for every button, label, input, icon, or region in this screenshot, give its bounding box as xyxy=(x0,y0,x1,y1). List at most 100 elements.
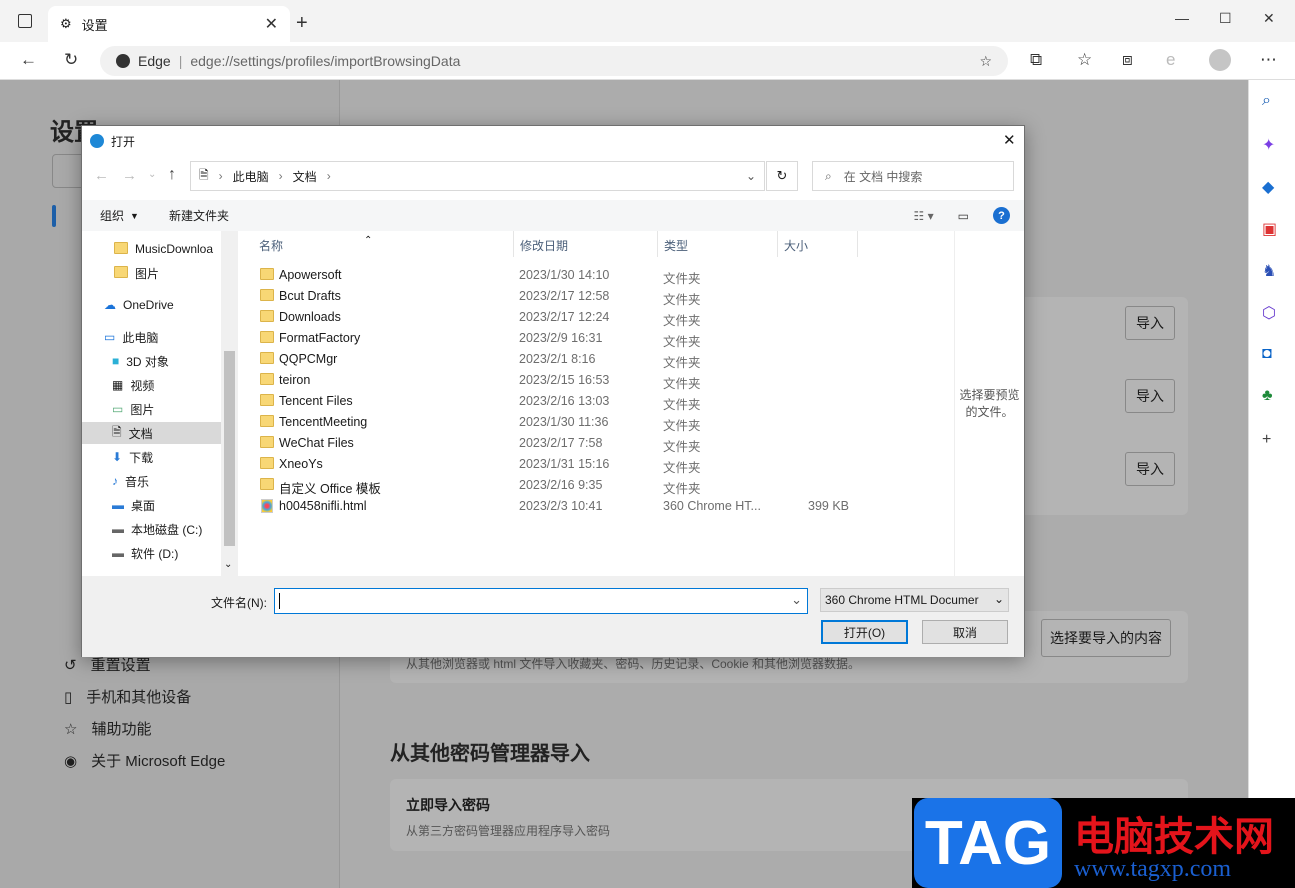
refresh-button[interactable]: ↻ xyxy=(766,161,798,191)
open-button[interactable]: 打开(O) xyxy=(821,620,908,644)
maximize-button[interactable]: ☐ xyxy=(1219,10,1232,27)
file-row[interactable]: 自定义 Office 模板 2023/2/16 9:35 文件夹 xyxy=(260,475,950,496)
tree-item[interactable]: ▦ 视频 xyxy=(112,374,237,396)
address-bar[interactable]: Edge | edge://settings/profiles/importBr… xyxy=(100,46,1008,76)
avatar[interactable] xyxy=(1209,49,1231,71)
chevron-down-icon[interactable]: ⌄ xyxy=(791,592,802,608)
file-type: 文件夹 xyxy=(663,377,701,391)
nav-reset[interactable]: ↺ 重置设置 xyxy=(64,654,151,675)
tree-icon[interactable]: ♣ xyxy=(1262,387,1273,405)
tree-item[interactable]: ⬇ 下载 xyxy=(112,446,237,468)
office-icon[interactable]: ⬡ xyxy=(1262,303,1276,323)
file-row[interactable]: Bcut Drafts 2023/2/17 12:58 文件夹 xyxy=(260,286,950,307)
collections-icon[interactable]: ⧈ xyxy=(1122,50,1133,70)
download-icon: ⬇ xyxy=(112,450,123,464)
file-row[interactable]: TencentMeeting 2023/1/30 11:36 文件夹 xyxy=(260,412,950,433)
tree-item[interactable]: ▬ 桌面 xyxy=(112,494,237,516)
filetype-select[interactable]: 360 Chrome HTML Documer ⌄ xyxy=(820,588,1009,612)
tools-icon[interactable]: ▣ xyxy=(1262,219,1277,239)
tree-item[interactable]: ☁ OneDrive xyxy=(104,294,237,316)
back-icon[interactable]: ← xyxy=(94,167,109,184)
search-icon[interactable]: ⌕ xyxy=(1262,92,1271,110)
import-button[interactable]: 导入 xyxy=(1125,379,1175,413)
nav-phone[interactable]: ▯ 手机和其他设备 xyxy=(64,686,191,707)
tree-item[interactable]: ▭ 图片 xyxy=(112,398,237,420)
nav-accessibility[interactable]: ☆ 辅助功能 xyxy=(64,718,151,739)
cancel-button[interactable]: 取消 xyxy=(922,620,1008,644)
file-row[interactable]: teiron 2023/2/15 16:53 文件夹 xyxy=(260,370,950,391)
back-icon[interactable]: ← xyxy=(20,50,37,70)
tab-actions-icon[interactable] xyxy=(18,14,32,28)
column-size[interactable]: 大小 xyxy=(784,237,808,254)
filename-input[interactable]: ⌄ xyxy=(274,588,808,614)
tree-item[interactable]: ▬ 软件 (D:) xyxy=(112,542,237,564)
scroll-down-icon[interactable]: ⌄ xyxy=(224,559,232,570)
ie-mode-icon[interactable]: e xyxy=(1166,50,1175,70)
file-date: 2023/2/17 12:24 xyxy=(519,310,610,324)
chevron-down-icon[interactable]: ⌄ xyxy=(746,169,756,183)
tree-item[interactable]: MusicDownloa xyxy=(114,238,237,260)
import-button[interactable]: 导入 xyxy=(1125,306,1175,340)
view-options-icon[interactable]: ☷ ▾ xyxy=(914,209,934,223)
search-icon: ⌕ xyxy=(825,168,832,183)
choose-import-button[interactable]: 选择要导入的内容 xyxy=(1041,619,1171,657)
tree-item[interactable]: 🗎 文档 xyxy=(82,422,221,444)
tree-item[interactable]: ▬ 本地磁盘 (C:) xyxy=(112,518,237,540)
nav-label: 手机和其他设备 xyxy=(86,689,192,706)
file-type: 文件夹 xyxy=(663,419,701,433)
edge-sidebar xyxy=(1248,80,1295,888)
open-file-dialog: 打开 ✕ ← → ⌄ ↑ 🗎 › 此电脑 › 文档 › ⌄ ↻ ⌕ 在 文档 中搜索 组… xyxy=(81,125,1025,657)
folder-icon xyxy=(260,268,274,280)
refresh-icon[interactable]: ↻ xyxy=(64,50,78,70)
search-input[interactable]: ⌕ 在 文档 中搜索 xyxy=(812,161,1014,191)
shopping-icon[interactable]: ◆ xyxy=(1262,177,1274,197)
picture-icon: ▭ xyxy=(112,402,124,416)
file-row[interactable]: XneoYs 2023/1/31 15:16 文件夹 xyxy=(260,454,950,475)
tree-item[interactable]: ▭ 此电脑 xyxy=(104,326,237,348)
close-tab-icon[interactable]: ✕ xyxy=(265,14,278,34)
tree-item[interactable]: ■ 3D 对象 xyxy=(112,350,237,372)
file-row[interactable]: WeChat Files 2023/2/17 7:58 文件夹 xyxy=(260,433,950,454)
tree-scrollbar[interactable]: ⌃ ⌄ xyxy=(221,231,372,576)
new-tab-button[interactable]: + xyxy=(296,12,308,35)
column-date[interactable]: 修改日期 xyxy=(520,237,568,254)
breadcrumb-item[interactable]: 文档 xyxy=(293,168,317,185)
breadcrumb[interactable]: 🗎 › 此电脑 › 文档 › ⌄ xyxy=(190,161,765,191)
tab-settings[interactable]: ⚙ 设置 ✕ xyxy=(48,6,290,42)
up-icon[interactable]: ↑ xyxy=(168,166,176,184)
add-favorite-icon[interactable]: ☆ xyxy=(979,53,992,70)
folder-icon xyxy=(114,265,128,281)
import-button[interactable]: 导入 xyxy=(1125,452,1175,486)
file-row[interactable]: QQPCMgr 2023/2/1 8:16 文件夹 xyxy=(260,349,950,370)
games-icon[interactable]: ♞ xyxy=(1262,261,1276,281)
organize-button[interactable]: 组织 xyxy=(100,207,124,224)
forward-icon[interactable]: → xyxy=(122,167,137,184)
minimize-button[interactable]: — xyxy=(1175,10,1189,26)
history-dropdown-icon[interactable]: ⌄ xyxy=(148,169,156,180)
outlook-icon[interactable]: ◘ xyxy=(1262,345,1272,363)
more-icon[interactable]: ⋯ xyxy=(1260,50,1277,70)
tree-item[interactable]: 图片 xyxy=(114,262,237,284)
extensions-icon[interactable]: ⧉ xyxy=(1030,50,1042,70)
copilot-icon[interactable]: ✦ xyxy=(1262,135,1275,155)
breadcrumb-item[interactable]: 此电脑 xyxy=(233,168,269,185)
add-icon[interactable]: + xyxy=(1262,431,1271,449)
scrollbar-thumb[interactable] xyxy=(224,351,235,546)
column-type[interactable]: 类型 xyxy=(664,237,688,254)
tree-item[interactable]: ♪ 音乐 xyxy=(112,470,237,492)
file-date: 2023/1/30 11:36 xyxy=(519,415,609,429)
close-dialog-button[interactable]: ✕ xyxy=(1003,131,1016,149)
nav-about[interactable]: ◉ 关于 Microsoft Edge xyxy=(64,750,225,771)
file-row[interactable]: FormatFactory 2023/2/9 16:31 文件夹 xyxy=(260,328,950,349)
file-row[interactable]: h00458nifli.html 2023/2/3 10:41 360 Chrome… xyxy=(260,496,950,517)
file-row[interactable]: Downloads 2023/2/17 12:24 文件夹 xyxy=(260,307,950,328)
preview-pane-icon[interactable]: ▭ xyxy=(958,209,969,223)
close-window-button[interactable]: ✕ xyxy=(1263,10,1275,27)
help-icon[interactable]: ? xyxy=(993,207,1010,224)
column-name[interactable]: 名称 xyxy=(259,237,283,254)
music-icon: ♪ xyxy=(112,474,118,488)
favorites-icon[interactable]: ☆ xyxy=(1077,50,1092,70)
new-folder-button[interactable]: 新建文件夹 xyxy=(169,207,229,224)
file-row[interactable]: Tencent Files 2023/2/16 13:03 文件夹 xyxy=(260,391,950,412)
file-row[interactable]: Apowersoft 2023/1/30 14:10 文件夹 xyxy=(260,265,950,286)
